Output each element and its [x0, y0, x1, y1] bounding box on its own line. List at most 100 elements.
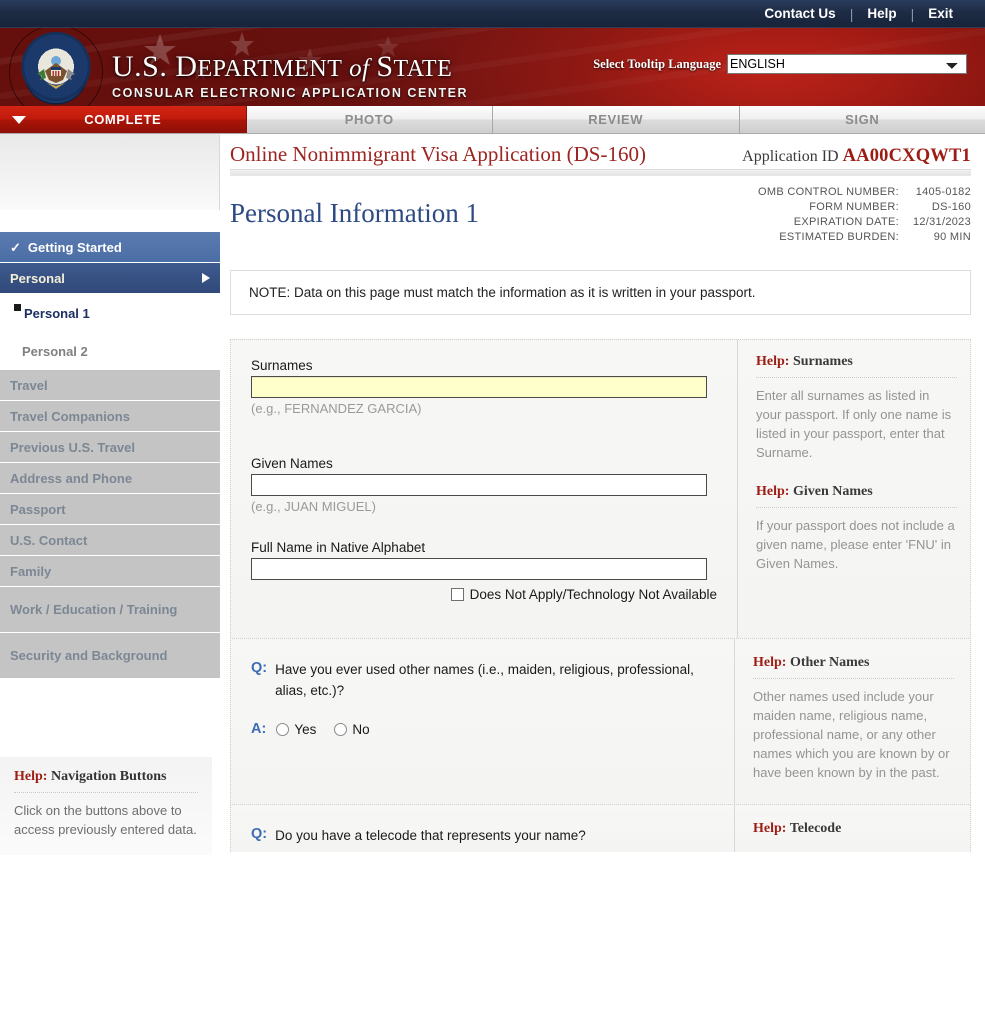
sidebar-subitem-personal-1[interactable]: Personal 1	[0, 294, 220, 332]
tab-complete[interactable]: COMPLETE	[0, 106, 247, 133]
application-id-label: Application ID	[742, 148, 843, 165]
sidebar-item-family[interactable]: Family	[0, 556, 220, 587]
meta-label: ESTIMATED BURDEN:	[779, 230, 899, 243]
help-panel-body: If your passport does not include a give…	[756, 518, 955, 571]
surnames-label: Surnames	[251, 358, 313, 373]
sidebar-help-box: Help: Navigation Buttons Click on the bu…	[0, 757, 212, 855]
sidebar-item-label: Travel	[10, 377, 48, 393]
sidebar-item-label: Work / Education / Training	[10, 601, 178, 617]
help-title-word: Help:	[756, 354, 790, 369]
check-icon: ✓	[10, 239, 21, 255]
sidebar-item-getting-started[interactable]: ✓ Getting Started	[0, 232, 220, 263]
flag-stars-decoration	[144, 32, 399, 80]
other-names-question-panel: Q: Have you ever used other names (i.e.,…	[230, 638, 971, 805]
help-title-word: Help:	[753, 655, 787, 670]
other-names-answer: A: Yes No	[251, 721, 714, 737]
center-subtitle: CONSULAR ELECTRONIC APPLICATION CENTER	[112, 86, 469, 100]
tooltip-language-control: Select Tooltip Language ENGLISH	[593, 54, 967, 74]
sidebar-item-label: Security and Background	[10, 647, 168, 663]
sidebar-item-label: Address and Phone	[10, 470, 133, 486]
bullet-icon	[14, 304, 21, 311]
contact-us-link[interactable]: Contact Us	[750, 0, 849, 28]
table-row: OMB CONTROL NUMBER: 1405-0182	[758, 184, 971, 199]
radio-icon[interactable]	[276, 722, 290, 736]
radio-icon[interactable]	[334, 722, 348, 736]
meta-value: 90 MIN	[933, 230, 971, 243]
utility-bar: Contact Us | Help | Exit	[0, 0, 985, 28]
sidebar-item-previous-us-travel[interactable]: Previous U.S. Travel	[0, 432, 220, 463]
sidebar-item-security-and-background[interactable]: Security and Background	[0, 633, 220, 679]
sidebar-item-address-and-phone[interactable]: Address and Phone	[0, 463, 220, 494]
sidebar-item-travel-companions[interactable]: Travel Companions	[0, 401, 220, 432]
department-title: U.S. DEPARTMENT of STATE CONSULAR ELECTR…	[112, 52, 469, 101]
does-not-apply-checkbox[interactable]	[450, 588, 464, 601]
given-names-example: (e.g., JUAN MIGUEL)	[251, 499, 376, 514]
sidebar-item-personal[interactable]: Personal	[0, 263, 220, 294]
meta-label: FORM NUMBER:	[809, 200, 899, 213]
name-fields-help-column: Help: Surnames Enter all surnames as lis…	[737, 340, 973, 638]
question-text: Have you ever used other names (i.e., ma…	[275, 662, 694, 698]
content-header: Online Nonimmigrant Visa Application (DS…	[230, 134, 971, 169]
sidebar-subitem-label: Personal 2	[22, 343, 88, 359]
help-panel-body: Enter all surnames as listed in your pas…	[756, 388, 952, 460]
sidebar-item-label: Previous U.S. Travel	[10, 439, 136, 455]
name-fields-column: Surnames (e.g., FERNANDEZ GARCIA) Given …	[231, 340, 737, 638]
sidebar-item-passport[interactable]: Passport	[0, 494, 220, 525]
help-title-word: Help:	[756, 484, 790, 499]
other-names-question: Q: Have you ever used other names (i.e.,…	[251, 659, 714, 701]
does-not-apply-label: Does Not Apply/Technology Not Available	[469, 587, 717, 602]
table-row: ESTIMATED BURDEN: 90 MIN	[758, 229, 971, 244]
surnames-input[interactable]	[251, 376, 707, 398]
given-names-input[interactable]	[251, 474, 707, 496]
help-panel-title: Help: Surnames	[756, 354, 957, 378]
exit-link[interactable]: Exit	[914, 0, 967, 28]
sidebar-item-travel[interactable]: Travel	[0, 370, 220, 401]
sidebar-item-us-contact[interactable]: U.S. Contact	[0, 525, 220, 556]
tooltip-language-label: Select Tooltip Language	[593, 56, 721, 71]
site-banner: U.S. DEPARTMENT of STATE CONSULAR ELECTR…	[0, 28, 985, 106]
sidebar-subitem-personal-2[interactable]: Personal 2	[0, 332, 220, 370]
help-panel-given-names: Help: Given Names If your passport does …	[756, 484, 957, 573]
page-body: ✓ Getting Started Personal Personal 1 Pe…	[0, 134, 985, 1023]
department-name: U.S. DEPARTMENT of STATE	[112, 52, 468, 82]
application-id: Application ID AA00CXQWT1	[742, 146, 971, 167]
tab-review-label: REVIEW	[588, 112, 644, 127]
meta-value: 1405-0182	[915, 185, 971, 198]
sidebar-item-label: Family	[10, 563, 52, 579]
dept-name-part-3: S	[376, 50, 394, 83]
chevron-right-icon	[202, 273, 210, 283]
tab-complete-label: COMPLETE	[84, 112, 162, 127]
surnames-field-group: Surnames (e.g., FERNANDEZ GARCIA)	[251, 358, 717, 416]
help-title-word: Help:	[753, 821, 787, 836]
sidebar-item-work-education-training[interactable]: Work / Education / Training	[0, 587, 220, 633]
question-marker: Q:	[251, 660, 268, 676]
native-alphabet-na-row: Does Not Apply/Technology Not Available	[251, 587, 717, 602]
meta-value: 12/31/2023	[912, 215, 971, 228]
sidebar-help-body: Click on the buttons above to access pre…	[14, 803, 197, 837]
help-panel-title: Help: Telecode	[753, 821, 954, 844]
telecode-help-column: Help: Telecode	[734, 805, 970, 852]
progress-tabs: COMPLETE PHOTO REVIEW SIGN	[0, 106, 985, 134]
other-names-radio-no[interactable]: No	[334, 722, 370, 737]
tooltip-language-select[interactable]: ENGLISH	[727, 54, 967, 74]
tab-sign[interactable]: SIGN	[739, 106, 985, 133]
telecode-question: Q: Do you have a telecode that represent…	[251, 825, 714, 846]
sidebar-item-label: U.S. Contact	[10, 532, 88, 548]
help-panel-title: Help: Given Names	[756, 484, 957, 508]
page-title: Personal Information 1	[230, 198, 479, 228]
application-id-value: AA00CXQWT1	[842, 146, 971, 166]
note-text: NOTE: Data on this page must match the i…	[249, 285, 756, 300]
table-row: FORM NUMBER: DS-160	[758, 199, 971, 214]
other-names-radio-yes[interactable]: Yes	[276, 722, 316, 737]
tab-review[interactable]: REVIEW	[493, 106, 740, 133]
radio-label: Yes	[294, 721, 317, 737]
dept-name-part-4: TATE	[393, 56, 453, 82]
sidebar-help-title-word: Help:	[14, 769, 48, 784]
native-alphabet-input[interactable]	[251, 558, 707, 580]
other-names-question-column: Q: Have you ever used other names (i.e.,…	[231, 639, 734, 804]
chevron-down-icon	[12, 115, 26, 124]
question-marker: Q:	[251, 826, 268, 842]
help-link[interactable]: Help	[853, 0, 910, 28]
native-alphabet-label: Full Name in Native Alphabet	[251, 540, 426, 555]
tab-photo[interactable]: PHOTO	[246, 106, 493, 133]
